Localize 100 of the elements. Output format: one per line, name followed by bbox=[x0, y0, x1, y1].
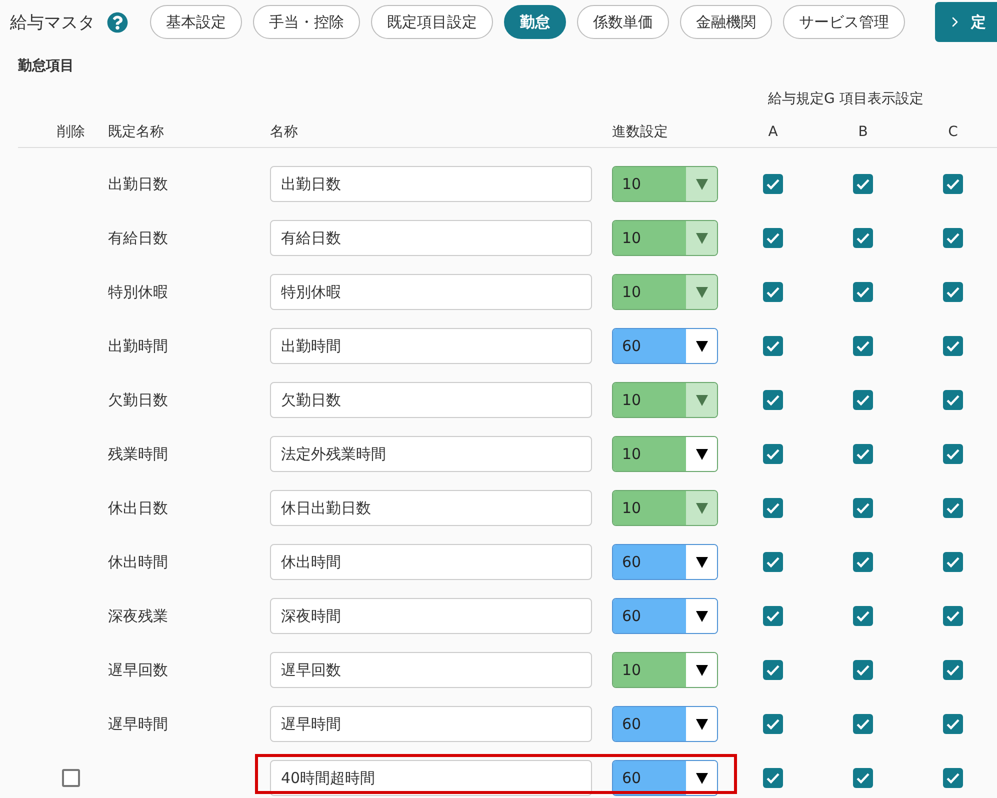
check-icon bbox=[856, 502, 870, 514]
name-input[interactable]: 出勤時間 bbox=[270, 328, 592, 364]
display-checkbox[interactable] bbox=[943, 390, 963, 410]
display-checkbox[interactable] bbox=[943, 336, 963, 356]
delete-checkbox[interactable] bbox=[62, 769, 80, 787]
display-checkbox[interactable] bbox=[943, 498, 963, 518]
column-header: A bbox=[767, 123, 779, 142]
check-icon bbox=[766, 772, 780, 784]
check-icon bbox=[946, 718, 960, 730]
display-checkbox[interactable] bbox=[943, 228, 963, 248]
check-icon bbox=[946, 448, 960, 460]
check-icon bbox=[856, 232, 870, 244]
check-icon bbox=[856, 448, 870, 460]
tab[interactable]: 勤怠 bbox=[504, 5, 566, 39]
default-name: 特別休暇 bbox=[108, 283, 168, 301]
caret-icon bbox=[696, 664, 708, 676]
name-input[interactable]: 特別休暇 bbox=[270, 274, 592, 310]
check-icon bbox=[946, 340, 960, 352]
check-icon bbox=[946, 178, 960, 190]
name-input[interactable]: 遅早回数 bbox=[270, 652, 592, 688]
check-icon bbox=[766, 610, 780, 622]
display-checkbox[interactable] bbox=[763, 498, 783, 518]
name-input[interactable]: 遅早時間 bbox=[270, 706, 592, 742]
display-checkbox[interactable] bbox=[763, 552, 783, 572]
check-icon bbox=[946, 772, 960, 784]
name-input[interactable]: 法定外残業時間 bbox=[270, 436, 592, 472]
column-header: 既定名称 bbox=[108, 123, 164, 142]
default-name: 出勤日数 bbox=[108, 175, 168, 193]
check-icon bbox=[766, 178, 780, 190]
display-checkbox[interactable] bbox=[763, 228, 783, 248]
display-checkbox[interactable] bbox=[763, 714, 783, 734]
display-checkbox[interactable] bbox=[763, 390, 783, 410]
section-title: 勤怠項目 bbox=[18, 57, 74, 76]
check-icon bbox=[856, 610, 870, 622]
display-checkbox[interactable] bbox=[943, 444, 963, 464]
name-input[interactable]: 有給日数 bbox=[270, 220, 592, 256]
default-name: 遅早回数 bbox=[108, 661, 168, 679]
check-icon bbox=[946, 232, 960, 244]
action-button[interactable]: 定 bbox=[935, 2, 997, 42]
unit-select[interactable]: 60 bbox=[612, 598, 718, 634]
check-icon bbox=[856, 772, 870, 784]
check-icon bbox=[766, 664, 780, 676]
name-input[interactable]: 出勤日数 bbox=[270, 166, 592, 202]
tab[interactable]: 手当・控除 bbox=[253, 5, 360, 39]
unit-select[interactable]: 10 bbox=[612, 436, 718, 472]
display-checkbox[interactable] bbox=[853, 552, 873, 572]
caret-icon bbox=[696, 448, 708, 460]
display-checkbox[interactable] bbox=[853, 174, 873, 194]
display-checkbox[interactable] bbox=[853, 282, 873, 302]
unit-select[interactable]: 60 bbox=[612, 544, 718, 580]
name-input[interactable]: 40時間超時間 bbox=[270, 760, 592, 796]
tab[interactable]: 金融機関 bbox=[680, 5, 772, 39]
check-icon bbox=[856, 664, 870, 676]
check-icon bbox=[856, 556, 870, 568]
default-name: 有給日数 bbox=[108, 229, 168, 247]
display-checkbox[interactable] bbox=[853, 660, 873, 680]
display-checkbox[interactable] bbox=[763, 768, 783, 788]
display-checkbox[interactable] bbox=[853, 768, 873, 788]
name-input[interactable]: 休日出勤日数 bbox=[270, 490, 592, 526]
tab[interactable]: 既定項目設定 bbox=[371, 5, 493, 39]
display-checkbox[interactable] bbox=[763, 336, 783, 356]
caret-icon bbox=[696, 556, 708, 568]
unit-select[interactable]: 10 bbox=[612, 652, 718, 688]
display-checkbox[interactable] bbox=[943, 714, 963, 734]
display-checkbox[interactable] bbox=[763, 174, 783, 194]
display-checkbox[interactable] bbox=[943, 552, 963, 572]
check-icon bbox=[946, 664, 960, 676]
display-checkbox[interactable] bbox=[763, 444, 783, 464]
check-icon bbox=[766, 340, 780, 352]
name-input[interactable]: 深夜時間 bbox=[270, 598, 592, 634]
display-checkbox[interactable] bbox=[853, 714, 873, 734]
display-checkbox[interactable] bbox=[763, 606, 783, 626]
tab[interactable]: 係数単価 bbox=[577, 5, 669, 39]
display-checkbox[interactable] bbox=[853, 498, 873, 518]
check-icon bbox=[946, 610, 960, 622]
display-checkbox[interactable] bbox=[853, 390, 873, 410]
display-checkbox[interactable] bbox=[853, 336, 873, 356]
unit-select[interactable]: 60 bbox=[612, 706, 718, 742]
display-checkbox[interactable] bbox=[763, 660, 783, 680]
unit-select[interactable]: 60 bbox=[612, 760, 718, 796]
tab[interactable]: サービス管理 bbox=[783, 5, 905, 39]
display-checkbox[interactable] bbox=[943, 174, 963, 194]
display-checkbox[interactable] bbox=[853, 606, 873, 626]
check-icon bbox=[766, 448, 780, 460]
display-checkbox[interactable] bbox=[943, 606, 963, 626]
display-checkbox[interactable] bbox=[943, 282, 963, 302]
display-checkbox[interactable] bbox=[943, 768, 963, 788]
name-input[interactable]: 欠勤日数 bbox=[270, 382, 592, 418]
caret-icon bbox=[696, 502, 708, 514]
unit-select[interactable]: 60 bbox=[612, 328, 718, 364]
display-checkbox[interactable] bbox=[853, 228, 873, 248]
caret-icon bbox=[696, 610, 708, 622]
name-input[interactable]: 休出時間 bbox=[270, 544, 592, 580]
tab[interactable]: 基本設定 bbox=[150, 5, 242, 39]
display-checkbox[interactable] bbox=[763, 282, 783, 302]
check-icon bbox=[766, 718, 780, 730]
help-icon[interactable] bbox=[107, 12, 128, 32]
display-checkbox[interactable] bbox=[943, 660, 963, 680]
display-checkbox[interactable] bbox=[853, 444, 873, 464]
caret-icon bbox=[696, 232, 708, 244]
